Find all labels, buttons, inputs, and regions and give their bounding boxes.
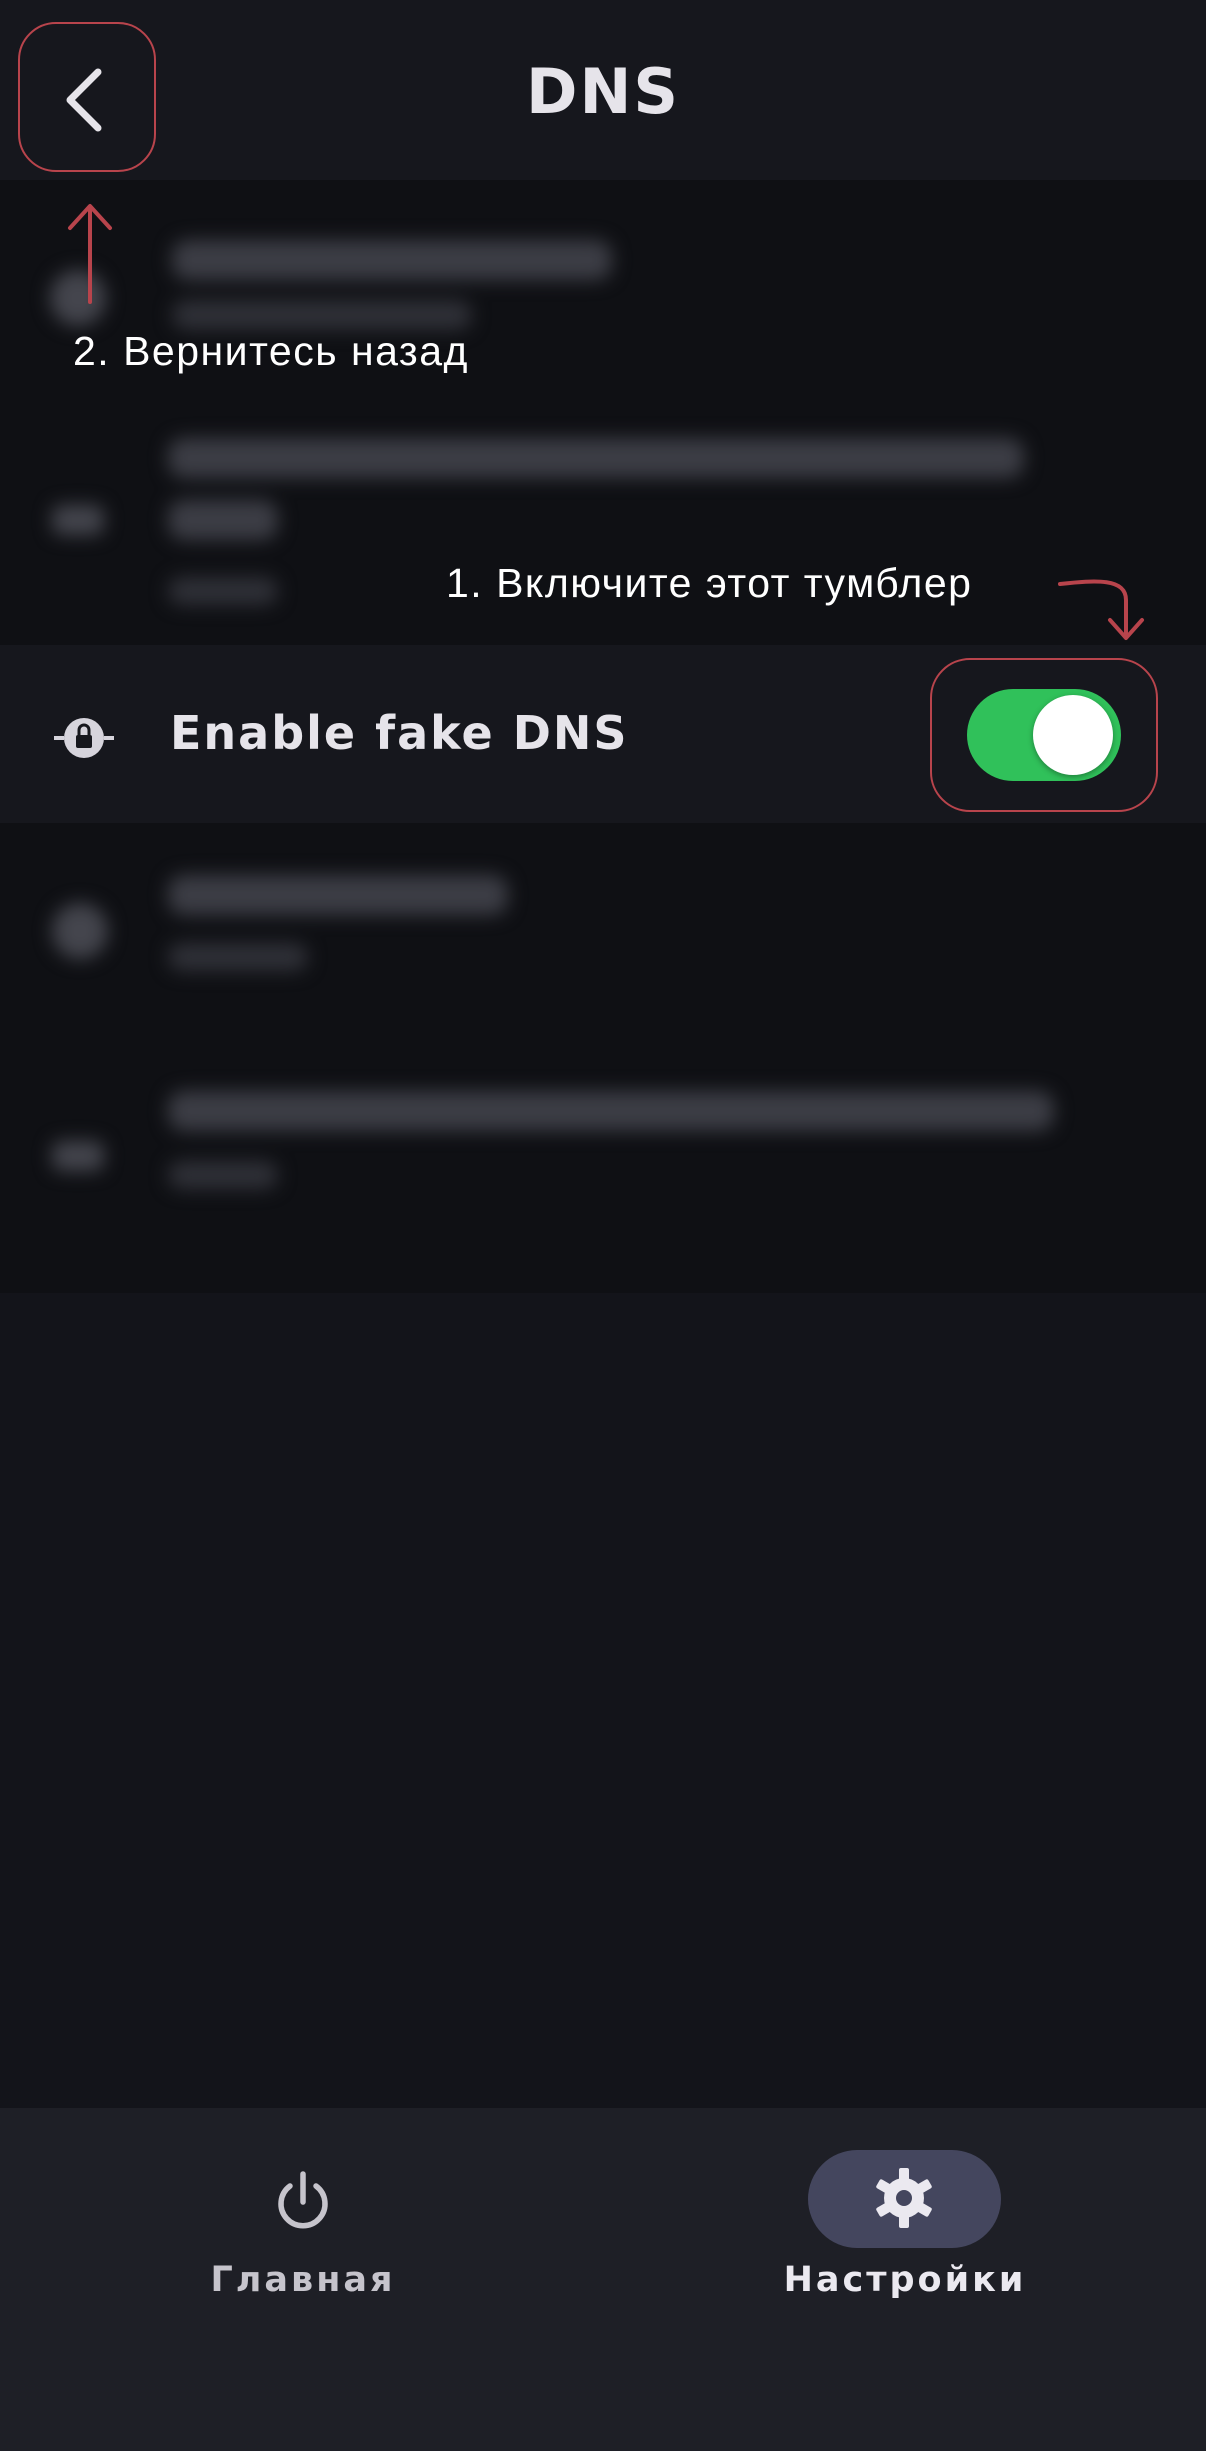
back-button-highlight [18, 22, 156, 172]
annotation-toggle-hint: 1. Включите этот тумблер [446, 560, 973, 606]
annotation-back-hint: 2. Вернитесь назад [73, 328, 469, 374]
lock-network-icon [52, 706, 116, 770]
arrow-up-icon [68, 204, 112, 304]
power-icon[interactable] [268, 2166, 338, 2236]
nav-settings-label[interactable]: Настройки [760, 2260, 1050, 2300]
toggle-highlight [930, 658, 1158, 812]
blurred-settings-group-bottom [0, 823, 1206, 1293]
fake-dns-label: Enable fake DNS [170, 706, 629, 760]
nav-home-label[interactable]: Главная [160, 2260, 446, 2300]
gear-icon[interactable] [872, 2166, 936, 2230]
curved-arrow-icon [1058, 579, 1144, 640]
page-title: DNS [525, 55, 680, 128]
